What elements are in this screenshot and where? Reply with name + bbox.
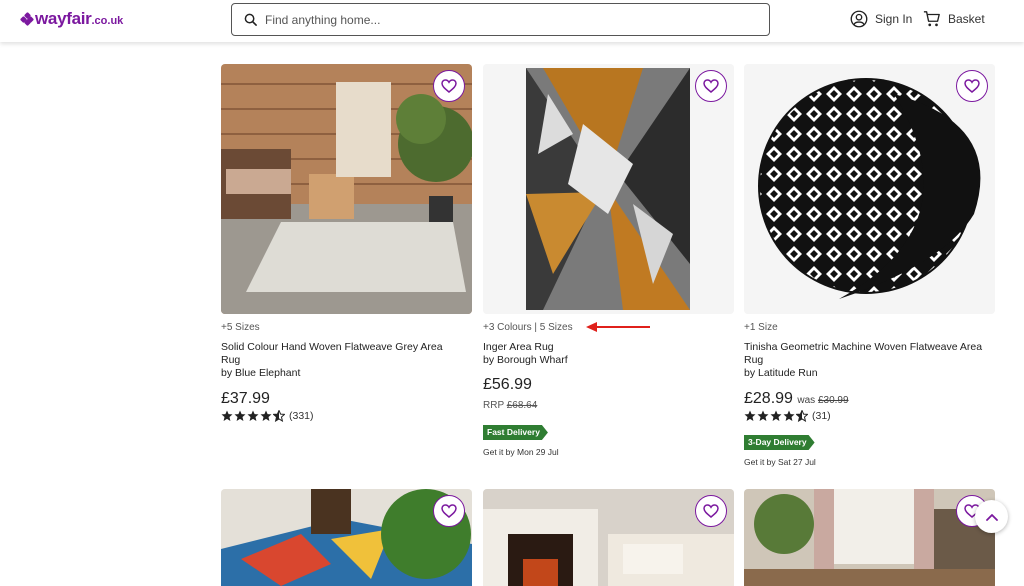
product-title[interactable]: Inger Area Rug <box>483 341 733 354</box>
product-card[interactable] <box>744 489 995 586</box>
was-value: £30.99 <box>817 395 849 406</box>
product-brand: by Latitude Run <box>744 367 818 379</box>
product-card[interactable] <box>483 489 734 586</box>
product-options: +3 Colours | 5 Sizes <box>483 322 573 333</box>
search-icon <box>244 13 257 26</box>
rating-stars[interactable]: (31) <box>744 410 831 422</box>
product-card[interactable]: +3 Colours | 5 Sizes Inger Area Rug by B… <box>483 64 734 464</box>
star-icon <box>770 410 782 421</box>
was-price: was £30.99 <box>797 395 848 406</box>
basket-button[interactable]: Basket <box>923 10 985 28</box>
product-card[interactable] <box>221 489 472 586</box>
logo-mark-icon <box>19 11 35 27</box>
product-title-line: Inger Area Rug <box>483 341 554 353</box>
product-title[interactable]: Solid Colour Hand Woven Flatweave Grey A… <box>221 341 471 367</box>
favorite-button[interactable] <box>433 70 465 102</box>
rrp-price: RRP £68.64 <box>483 400 537 411</box>
heart-icon <box>964 79 980 93</box>
site-header: wayfair .co.uk Sign In Basket <box>0 0 1024 42</box>
heart-icon <box>703 79 719 93</box>
rating-count: (31) <box>812 410 831 422</box>
heart-icon <box>441 79 457 93</box>
product-title-line: Rug <box>221 354 241 366</box>
star-icon <box>247 410 259 421</box>
favorite-button[interactable] <box>433 495 465 527</box>
back-to-top-button[interactable] <box>975 500 1008 533</box>
chevron-up-icon <box>985 513 998 521</box>
star-icon <box>260 410 272 421</box>
product-title-line: Tinisha Geometric Machine Woven Flatweav… <box>744 341 983 353</box>
product-price: £56.99 <box>483 376 532 393</box>
product-title-line: Solid Colour Hand Woven Flatweave Grey A… <box>221 341 443 353</box>
favorite-button[interactable] <box>956 70 988 102</box>
product-brand: by Borough Wharf <box>483 354 568 366</box>
star-half-icon <box>273 410 285 422</box>
product-image[interactable] <box>221 64 472 314</box>
product-image[interactable] <box>744 64 995 314</box>
product-card[interactable]: +1 Size Tinisha Geometric Machine Woven … <box>744 64 995 474</box>
annotation-arrow <box>586 322 650 332</box>
product-title-line: Rug <box>744 354 764 366</box>
logo-word: wayfair <box>35 9 92 28</box>
favorite-button[interactable] <box>695 70 727 102</box>
heart-icon <box>703 504 719 518</box>
product-image[interactable] <box>221 489 472 586</box>
product-options: +5 Sizes <box>221 322 260 333</box>
was-label: was <box>797 395 816 406</box>
account-icon <box>850 10 868 28</box>
basket-icon <box>923 11 940 27</box>
delivery-badge: 3-Day Delivery <box>744 435 815 450</box>
wayfair-logo[interactable]: wayfair .co.uk <box>19 9 124 29</box>
search-input[interactable] <box>265 12 745 27</box>
product-image[interactable] <box>483 64 734 314</box>
basket-label: Basket <box>948 12 985 26</box>
rating-stars[interactable]: (331) <box>221 410 314 422</box>
star-icon <box>744 410 756 421</box>
logo-tld: .co.uk <box>91 15 124 27</box>
delivery-badge: Fast Delivery <box>483 425 548 440</box>
star-icon <box>221 410 233 421</box>
rrp-value: £68.64 <box>506 400 538 411</box>
product-title[interactable]: Tinisha Geometric Machine Woven Flatweav… <box>744 341 994 367</box>
product-options: +1 Size <box>744 322 778 333</box>
product-price-group: £28.99 was £30.99 <box>744 390 849 408</box>
product-image[interactable] <box>744 489 995 586</box>
search-bar[interactable] <box>231 3 770 36</box>
star-half-icon <box>796 410 808 422</box>
star-icon <box>234 410 246 421</box>
sign-in-label: Sign In <box>875 12 913 26</box>
sign-in-button[interactable]: Sign In <box>850 10 912 28</box>
favorite-button[interactable] <box>695 495 727 527</box>
star-icon <box>783 410 795 421</box>
star-icon <box>757 410 769 421</box>
delivery-eta: Get it by Mon 29 Jul <box>483 447 559 457</box>
heart-icon <box>441 504 457 518</box>
delivery-eta: Get it by Sat 27 Jul <box>744 457 816 467</box>
product-price: £28.99 <box>744 390 793 407</box>
product-brand: by Blue Elephant <box>221 367 301 379</box>
product-price: £37.99 <box>221 390 270 407</box>
rrp-label: RRP <box>483 400 504 411</box>
product-image[interactable] <box>483 489 734 586</box>
rating-count: (331) <box>289 410 314 422</box>
product-card[interactable]: +5 Sizes Solid Colour Hand Woven Flatwea… <box>221 64 472 444</box>
